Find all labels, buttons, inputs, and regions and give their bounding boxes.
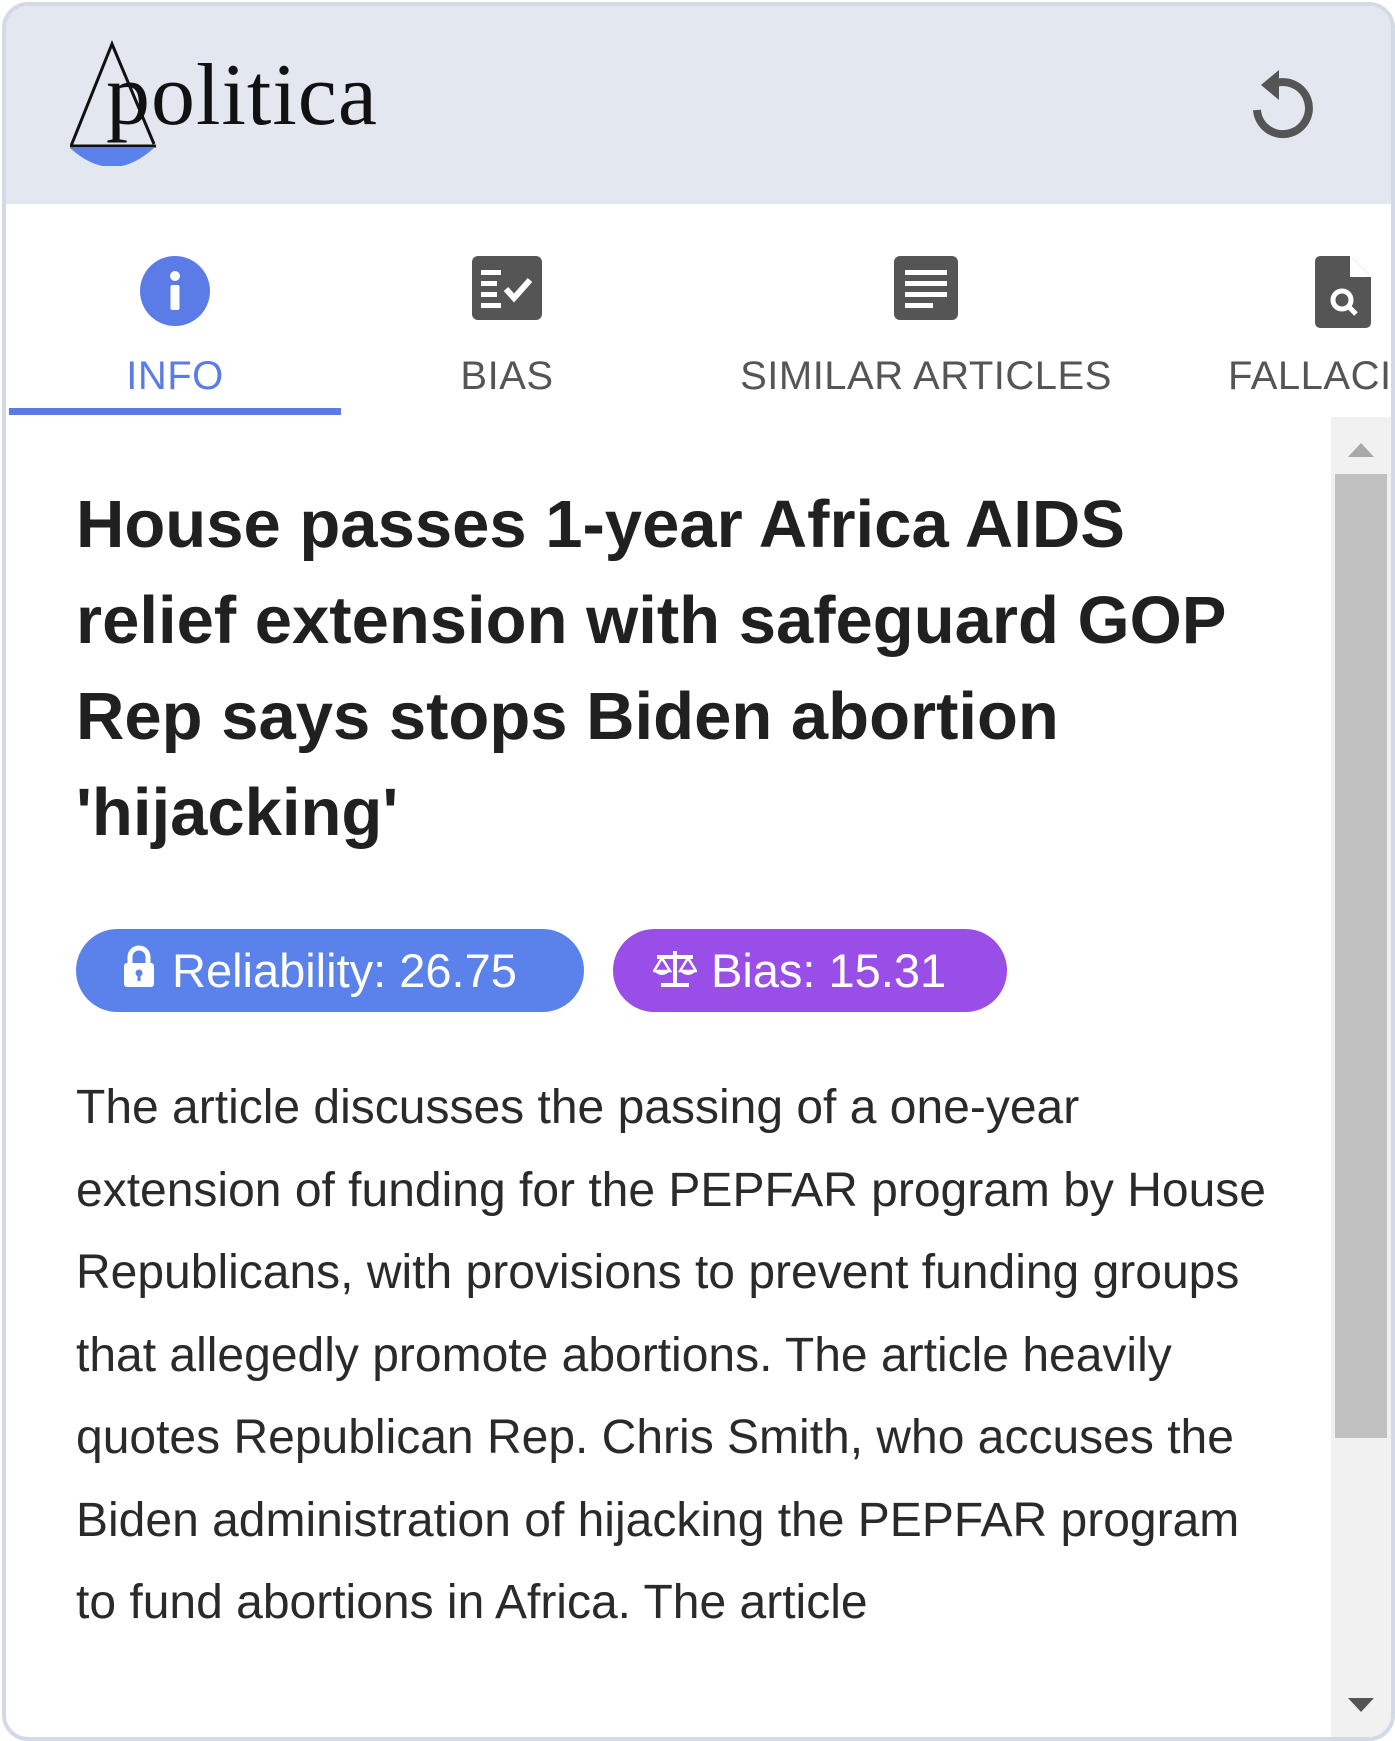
tab-bias-label: BIAS <box>460 354 554 398</box>
file-search-icon <box>1315 256 1371 333</box>
header: politica <box>6 6 1391 204</box>
scale-icon <box>651 929 699 1012</box>
refresh-icon <box>1253 70 1313 139</box>
scrollbar[interactable] <box>1331 417 1391 1737</box>
scroll-up-button[interactable] <box>1331 431 1391 465</box>
checklist-icon <box>472 256 542 325</box>
article-title: House passes 1-year Africa AIDS relief e… <box>76 487 1226 850</box>
document-icon <box>894 256 958 325</box>
caret-down-icon <box>1348 1698 1374 1712</box>
tab-fallacies[interactable]: FALLACI <box>1181 204 1392 417</box>
refresh-button[interactable] <box>1239 66 1319 146</box>
active-tab-indicator <box>9 408 341 415</box>
tab-similar-articles-label: SIMILAR ARTICLES <box>740 354 1112 398</box>
politica-logo: politica <box>70 36 430 181</box>
tab-info-label: INFO <box>126 354 224 398</box>
article-summary: The article discusses the passing of a o… <box>76 1081 1266 1629</box>
tab-fallacies-label: FALLACI <box>1228 354 1392 398</box>
caret-up-icon <box>1348 443 1374 457</box>
politica-panel: politica INFO BIAS SIMILAR ARTICLES FALL… <box>2 2 1395 1741</box>
tab-bar: INFO BIAS SIMILAR ARTICLES FALLACI <box>6 204 1391 417</box>
reliability-badge: Reliability: 26.75 <box>76 929 584 1012</box>
reliability-label: Reliability: 26.75 <box>172 944 517 997</box>
bias-label: Bias: 15.31 <box>711 944 947 997</box>
article-content: House passes 1-year Africa AIDS relief e… <box>6 417 1331 1737</box>
scroll-down-button[interactable] <box>1331 1689 1391 1723</box>
lock-icon <box>122 929 156 1012</box>
tab-bias[interactable]: BIAS <box>341 204 673 417</box>
tab-info[interactable]: INFO <box>9 204 341 417</box>
logo-text: politica <box>106 47 378 144</box>
tab-similar-articles[interactable]: SIMILAR ARTICLES <box>706 204 1146 417</box>
bias-badge: Bias: 15.31 <box>613 929 1007 1012</box>
scrollbar-thumb[interactable] <box>1335 474 1387 1438</box>
info-circle-icon <box>140 256 210 331</box>
